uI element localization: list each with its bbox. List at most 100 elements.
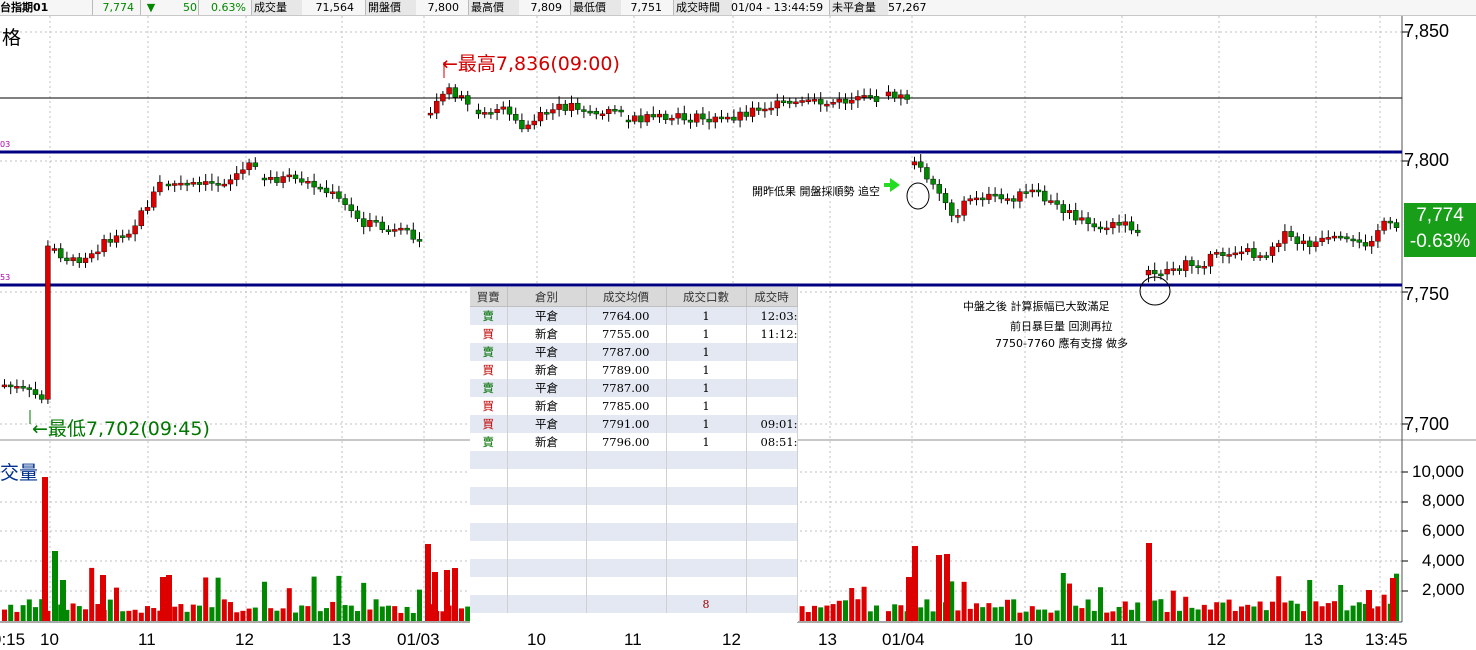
vol-label-10000: 10,000	[1412, 462, 1464, 481]
x-label: 10	[40, 630, 59, 649]
trade-side: 賣	[470, 343, 508, 361]
trade-price: 7789.00	[586, 361, 667, 379]
trade-side: 賣	[470, 379, 508, 397]
x-label: 11	[138, 630, 156, 649]
trade-history-table: 買賣 倉別 成交均價 成交口數 成交時 賣 平倉 7764.00 1 12:03…	[470, 287, 798, 627]
trade-qty: 1	[666, 415, 747, 433]
trade-time: 09:01:	[746, 415, 798, 433]
trade-qty: 1	[666, 361, 747, 379]
table-row[interactable]: 賣 平倉 7787.00 1	[470, 343, 798, 361]
change-pct: 0.63%	[198, 0, 249, 15]
trade-time: 12:03:	[746, 306, 798, 325]
y-label-7850: 7,850	[1404, 21, 1450, 41]
trade-type: 新倉	[507, 397, 587, 415]
col-qty[interactable]: 成交口數	[666, 287, 747, 307]
time-value: 01/04 - 13:44:59	[731, 1, 824, 14]
low-label: 最低價	[570, 0, 621, 15]
trade-side: 買	[470, 325, 508, 343]
x-label: 10	[527, 630, 546, 649]
trade-time	[746, 397, 798, 415]
trade-qty: 1	[666, 379, 747, 397]
trade-price: 7755.00	[586, 325, 667, 343]
low-value: 7,751	[630, 1, 663, 14]
down-arrow-icon: ▼	[140, 0, 161, 15]
y-label-7700: 7,700	[1404, 414, 1450, 434]
col-side[interactable]: 買賣	[470, 287, 508, 307]
empty-row	[470, 505, 798, 523]
strategy-note-1: 開昨低果 開盤採順勢 追空	[752, 185, 880, 198]
trade-price: 7796.00	[586, 433, 667, 451]
total-qty: 8	[666, 595, 747, 613]
x-label: 11	[1110, 630, 1128, 649]
vol-label-8000: 8,000	[1422, 491, 1465, 510]
empty-row	[470, 523, 798, 541]
table-row[interactable]: 買 平倉 7791.00 1 09:01:	[470, 415, 798, 433]
trade-side: 賣	[470, 306, 508, 325]
trade-qty: 1	[666, 306, 747, 325]
trade-time: 11:12:	[746, 325, 798, 343]
trade-type: 新倉	[507, 325, 587, 343]
trade-qty: 1	[666, 397, 747, 415]
volume-value: 71,564	[315, 1, 355, 14]
x-label: 11	[624, 630, 642, 649]
change-value: 50	[183, 1, 197, 14]
trade-qty: 1	[666, 433, 747, 451]
x-label: 12	[722, 630, 741, 649]
table-row[interactable]: 買 新倉 7785.00 1	[470, 397, 798, 415]
open-label: 開盤價	[365, 0, 416, 15]
last-price-change: -0.63%	[1409, 231, 1471, 252]
table-row[interactable]: 賣 新倉 7796.00 1 08:51:	[470, 433, 798, 451]
oi-value: 57,267	[888, 1, 927, 14]
y-label-7750: 7,750	[1404, 284, 1450, 304]
arrow-shaft	[884, 183, 892, 187]
x-label: 9:15	[0, 630, 26, 649]
table-row[interactable]: 賣 平倉 7764.00 1 12:03:	[470, 306, 798, 325]
col-type[interactable]: 倉別	[507, 287, 587, 307]
trade-time	[746, 343, 798, 361]
empty-row	[470, 541, 798, 559]
strategy-note-2a: 中盤之後 計算振幅已大致滿足	[963, 300, 1110, 313]
trade-time	[746, 379, 798, 397]
trade-type: 平倉	[507, 379, 587, 397]
strategy-note-2b: 前日暴巨量 回測再拉	[1010, 320, 1113, 333]
trade-time	[746, 361, 798, 379]
high-label: 最高價	[468, 0, 519, 15]
left-mark-top: 03	[0, 140, 11, 149]
x-label: 10	[1014, 630, 1033, 649]
symbol-label[interactable]: 台指期01	[0, 0, 92, 15]
col-price[interactable]: 成交均價	[586, 287, 667, 307]
table-header: 買賣 倉別 成交均價 成交口數 成交時	[470, 287, 798, 307]
x-label: 13	[1304, 630, 1323, 649]
trade-price: 7787.00	[586, 379, 667, 397]
table-row[interactable]: 買 新倉 7755.00 1 11:12:	[470, 325, 798, 343]
high-annotation: ←最高7,836(09:00)	[442, 53, 620, 75]
x-label: 13	[818, 630, 837, 649]
col-time[interactable]: 成交時	[746, 287, 798, 307]
trade-price: 7785.00	[586, 397, 667, 415]
trade-qty: 1	[666, 325, 747, 343]
table-row[interactable]: 賣 平倉 7787.00 1	[470, 379, 798, 397]
low-annotation: ←最低7,702(09:45)	[32, 418, 210, 440]
empty-row	[470, 577, 798, 595]
trade-type: 平倉	[507, 343, 587, 361]
empty-row	[470, 559, 798, 577]
price-panel-title: 格	[2, 28, 22, 49]
trade-side: 買	[470, 415, 508, 433]
quote-bar: 台指期01 7,774 ▼ 50 0.63% 成交量 71,564 開盤價 7,…	[0, 0, 1476, 16]
trade-type: 平倉	[507, 306, 587, 325]
trade-price: 7787.00	[586, 343, 667, 361]
high-value: 7,809	[530, 1, 563, 14]
table-row[interactable]: 買 新倉 7789.00 1	[470, 361, 798, 379]
trade-price: 7791.00	[586, 415, 667, 433]
vol-label-2000: 2,000	[1422, 580, 1465, 599]
vol-label-6000: 6,000	[1422, 521, 1465, 540]
trade-side: 買	[470, 361, 508, 379]
trade-price: 7764.00	[586, 306, 667, 325]
x-label: 12	[1207, 630, 1226, 649]
trade-time: 08:51:	[746, 433, 798, 451]
last-price-value: 7,774	[1416, 205, 1464, 226]
left-mark-bottom: 53	[0, 273, 11, 282]
last-price: 7,774	[92, 0, 137, 15]
last-price-tag: 7,774 -0.63%	[1404, 203, 1476, 257]
trade-type: 新倉	[507, 433, 587, 451]
